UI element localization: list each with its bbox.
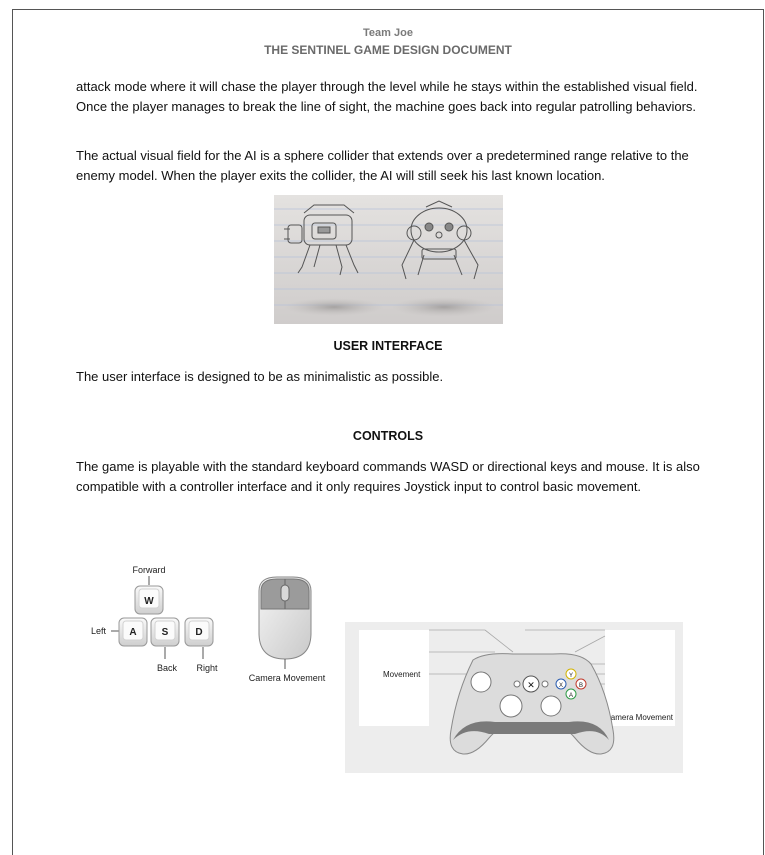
right-label: Right <box>196 663 218 673</box>
paragraph-visual-field: The actual visual field for the AI is a … <box>76 148 689 183</box>
controller-diagram: Movement Camera Movement ✕ Y X B A <box>345 622 683 773</box>
key-a: A <box>118 617 148 647</box>
svg-text:✕: ✕ <box>527 680 535 690</box>
key-s: S <box>150 617 180 647</box>
header-team-name: Team Joe <box>363 27 413 39</box>
heading-controls: CONTROLS <box>352 429 424 443</box>
button-b-label: B <box>579 683 583 689</box>
heading-user-interface: USER INTERFACE <box>333 339 443 353</box>
paragraph-attack-mode: attack mode where it will chase the play… <box>76 79 698 114</box>
left-label: Left <box>91 626 107 636</box>
back-label: Back <box>157 663 178 673</box>
mouse-camera-label: Camera Movement <box>249 673 326 683</box>
mouse-icon <box>258 576 312 660</box>
key-s-label: S <box>162 627 169 638</box>
button-a-label: A <box>569 693 573 699</box>
button-x-label: X <box>559 683 563 689</box>
keyboard-mouse-diagram: Forward W Left A S Back D Right Camera M… <box>91 565 326 683</box>
key-d: D <box>184 617 214 647</box>
controller-movement-label: Movement <box>383 670 421 679</box>
header-document-title: THE SENTINEL GAME DESIGN DOCUMENT <box>264 43 512 57</box>
key-a-label: A <box>129 627 136 638</box>
key-w: W <box>134 585 164 615</box>
key-w-label: W <box>144 596 154 607</box>
controller-camera-label: Camera Movement <box>605 713 674 722</box>
key-d-label: D <box>195 627 202 638</box>
paragraph-user-interface: The user interface is designed to be as … <box>76 369 444 384</box>
document-page: Team Joe THE SENTINEL GAME DESIGN DOCUME… <box>12 9 764 855</box>
paragraph-controls: The game is playable with the standard k… <box>76 459 700 494</box>
sentinel-sketch-image <box>274 195 503 324</box>
forward-label: Forward <box>132 565 165 575</box>
button-y-label: Y <box>569 673 573 679</box>
